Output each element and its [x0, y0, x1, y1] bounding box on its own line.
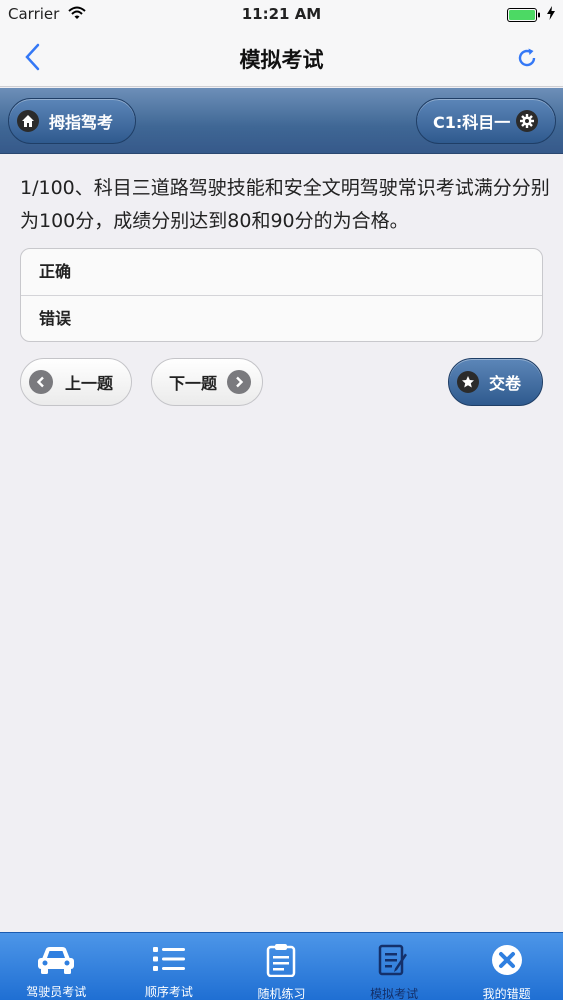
- tab-label: 顺序考试: [144, 985, 193, 999]
- navigation-bar: 模拟考试: [0, 30, 563, 87]
- tab-bar: 驾驶员考试 顺序考试 随机练习 模拟考试 我的错题: [0, 932, 563, 1000]
- home-icon: [17, 110, 39, 132]
- answer-options: 正确 错误: [20, 248, 543, 342]
- wrong-x-icon: [487, 943, 527, 977]
- chevron-left-icon: [29, 370, 53, 394]
- previous-question-button[interactable]: 上一题: [20, 358, 132, 406]
- clock-time: 11:21 AM: [241, 5, 322, 23]
- star-icon: [457, 371, 479, 393]
- tab-sequential-exam[interactable]: 顺序考试: [113, 933, 226, 1000]
- header-strip: 拇指驾考 C1:科目一: [0, 88, 563, 154]
- list-icon: [149, 943, 189, 975]
- previous-question-label: 上一题: [65, 374, 114, 393]
- subject-settings-button[interactable]: C1:科目一: [416, 98, 556, 144]
- exam-edit-icon: [374, 943, 414, 977]
- tab-label: 模拟考试: [370, 987, 419, 1000]
- refresh-icon[interactable]: [515, 46, 539, 70]
- option-correct[interactable]: 正确: [21, 249, 542, 295]
- submit-exam-label: 交卷: [489, 374, 522, 393]
- home-button-label: 拇指驾考: [49, 113, 114, 132]
- gear-icon: [516, 110, 539, 132]
- car-icon: [36, 943, 76, 975]
- charging-bolt-icon: [547, 6, 555, 24]
- next-question-button[interactable]: 下一题: [151, 358, 263, 406]
- home-button[interactable]: 拇指驾考: [8, 98, 136, 144]
- tab-mock-exam[interactable]: 模拟考试: [338, 933, 451, 1000]
- page-title: 模拟考试: [239, 48, 324, 72]
- subject-label: C1:科目一: [433, 113, 511, 132]
- question-text: 1/100、科目三道路驾驶技能和安全文明驾驶常识考试满分分别为100分，成绩分别…: [20, 177, 550, 232]
- tab-label: 驾驶员考试: [26, 985, 87, 999]
- tab-random-practice[interactable]: 随机练习: [225, 933, 338, 1000]
- tab-driver-exam[interactable]: 驾驶员考试: [0, 933, 113, 1000]
- submit-exam-button[interactable]: 交卷: [448, 358, 543, 406]
- tab-my-mistakes[interactable]: 我的错题: [450, 933, 563, 1000]
- tab-label: 我的错题: [482, 987, 531, 1000]
- battery-icon: [507, 8, 541, 22]
- clipboard-icon: [261, 943, 301, 977]
- next-question-label: 下一题: [169, 374, 218, 393]
- chevron-right-icon: [227, 370, 252, 394]
- option-wrong[interactable]: 错误: [21, 295, 542, 341]
- tab-label: 随机练习: [257, 987, 306, 1000]
- status-bar: Carrier 11:21 AM: [0, 0, 563, 30]
